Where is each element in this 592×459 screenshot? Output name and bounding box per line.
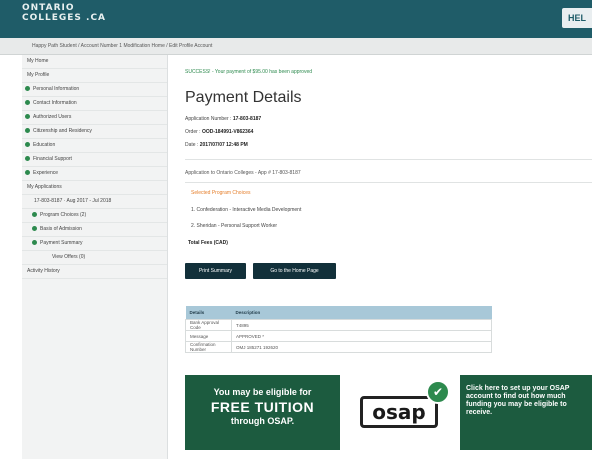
sidebar-item[interactable]: 17-803-8187 · Aug 2017 - Jul 2018 [22, 195, 167, 209]
banner-line-1: You may be eligible for [213, 387, 312, 397]
complete-check-icon [25, 156, 30, 162]
complete-check-icon [25, 170, 30, 176]
sidebar-item[interactable]: Contact Information [22, 97, 167, 111]
program-item: 1. Confederation - Interactive Media Dev… [191, 207, 302, 213]
payment-table: Details Description Bank Approval Code T4… [185, 306, 492, 353]
complete-check-icon [32, 212, 37, 218]
sidebar-item[interactable]: My Home [22, 55, 167, 69]
banner-line-2: FREE TUITION [210, 399, 315, 415]
logo-line-2: COLLEGES .CA [22, 13, 107, 23]
sidebar-item[interactable]: Citizenship and Residency [22, 125, 167, 139]
sidebar-item[interactable]: Experience [22, 167, 167, 181]
sidebar-item-label: Activity History [27, 268, 60, 274]
success-message: SUCCESS! - Your payment of $95.00 has be… [185, 69, 313, 75]
table-cell: T4895 [231, 319, 492, 331]
meta-label: Date : [185, 142, 199, 148]
sidebar-item-label: My Applications [27, 184, 62, 190]
meta-line: Date : 2017/07/07 12:48 PM [185, 139, 592, 152]
divider [185, 182, 592, 183]
print-summary-button[interactable]: Print Summary [185, 263, 246, 279]
program-item: 2. Sheridan - Personal Support Worker [191, 223, 278, 229]
banner-line-3: through OSAP. [230, 416, 295, 426]
sidebar-item[interactable]: Basis of Admission [22, 223, 167, 237]
complete-check-icon [25, 128, 30, 134]
banner-cta[interactable]: Click here to set up your OSAP account t… [460, 375, 592, 450]
sidebar-item[interactable]: Financial Support [22, 153, 167, 167]
meta-line: Application Number : 17-803-8187 [185, 113, 592, 126]
sidebar-item-label: My Home [27, 58, 49, 64]
sidebar-item-label: Financial Support [33, 156, 72, 162]
complete-check-icon [25, 100, 30, 106]
sidebar-item-label: Authorized Users [33, 114, 72, 120]
osap-banner[interactable]: You may be eligible for FREE TUITION thr… [185, 375, 592, 450]
table-cell: Bank Approval Code [185, 319, 232, 331]
help-button[interactable]: HEL [562, 8, 592, 28]
table-cell: OMJ 185271 192620 [231, 341, 492, 353]
table-cell: Confirmation Number [185, 341, 232, 353]
meta-line: Order : OOD-184991-V862364 [185, 126, 592, 139]
divider [185, 159, 592, 160]
ontario-colleges-logo[interactable]: ONTARIO COLLEGES .CA [22, 3, 106, 23]
banner-message: You may be eligible for FREE TUITION thr… [185, 375, 340, 450]
breadcrumb: Happy Path Student / Account Number 1 Mo… [0, 38, 592, 55]
sidebar-nav: My Home My Profile Personal Information Con… [22, 55, 168, 459]
sidebar-item-label: Education [33, 142, 56, 148]
programs-heading: Selected Program Choices [191, 190, 251, 196]
page-title: Payment Details [185, 89, 302, 106]
application-line: Application to Ontario Colleges - App # … [185, 170, 301, 176]
complete-check-icon [25, 142, 30, 148]
table-header: Description [231, 306, 492, 320]
sidebar-item[interactable]: Authorized Users [22, 111, 167, 125]
table-row: Confirmation Number OMJ 185271 192620 [185, 341, 492, 353]
complete-check-icon [32, 240, 37, 246]
table-row: Message APPROVED * [185, 330, 492, 342]
meta-value: 2017/07/07 12:48 PM [199, 142, 248, 148]
logo-line-1: ONTARIO [22, 3, 75, 13]
sidebar-item-label: Payment Summary [40, 240, 83, 246]
meta-value: OOD-184991-V862364 [201, 129, 254, 135]
sidebar-item-label: Citizenship and Residency [33, 128, 92, 134]
osap-logo: osap [360, 396, 438, 428]
home-page-button[interactable]: Go to the Home Page [253, 263, 336, 279]
sidebar-item-label: My Profile [27, 72, 50, 78]
meta-label: Order : [185, 129, 201, 135]
complete-check-icon [25, 114, 30, 120]
sidebar-item-label: Program Choices (2) [40, 212, 87, 218]
site-header: ONTARIO COLLEGES .CA HEL [0, 0, 592, 38]
sidebar-item[interactable]: My Profile [22, 69, 167, 83]
meta-value: 17-803-8187 [232, 116, 262, 122]
sidebar-item[interactable]: My Applications [22, 181, 167, 195]
complete-check-icon [25, 86, 30, 92]
total-fees-label: Total Fees (CAD) [188, 240, 228, 246]
sidebar-item[interactable]: Education [22, 139, 167, 153]
sidebar-item[interactable]: Personal Information [22, 83, 167, 97]
sidebar-item[interactable]: Program Choices (2) [22, 209, 167, 223]
table-cell: APPROVED * [231, 330, 492, 342]
complete-check-icon [32, 226, 37, 232]
table-cell: Message [185, 330, 232, 342]
payment-meta: Application Number : 17-803-8187 Order : … [176, 113, 592, 152]
sidebar-item-label: Personal Information [33, 86, 80, 92]
sidebar-item-label: Contact Information [33, 100, 77, 106]
sidebar-item[interactable]: Payment Summary [22, 237, 167, 251]
meta-label: Application Number : [185, 116, 232, 122]
sidebar-item-label: 17-803-8187 · Aug 2017 - Jul 2018 [34, 198, 112, 204]
checkmark-icon: ✔ [426, 380, 450, 404]
sidebar-item-label: View Offers (0) [52, 254, 86, 260]
sidebar-item[interactable]: View Offers (0) [22, 251, 167, 265]
table-header: Details [185, 306, 232, 320]
sidebar-item-label: Basis of Admission [40, 226, 82, 232]
breadcrumb-text[interactable]: Happy Path Student / Account Number 1 Mo… [32, 43, 212, 49]
osap-logo-panel: osap ✔ [340, 375, 460, 450]
table-row: Bank Approval Code T4895 [185, 319, 492, 331]
sidebar-item[interactable]: Activity History [22, 265, 167, 279]
sidebar-item-label: Experience [33, 170, 59, 176]
